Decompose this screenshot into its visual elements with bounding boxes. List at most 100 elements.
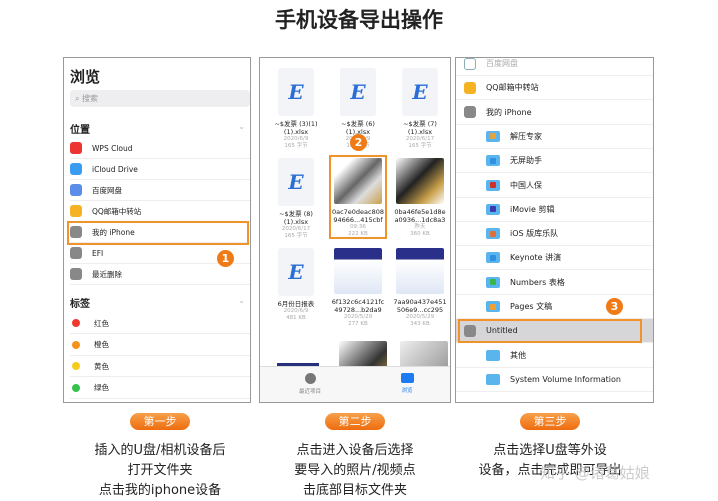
step-description: 点击进入设备后选择 要导入的照片/视频点 击底部目标文件夹	[260, 441, 450, 501]
baidu-icon	[70, 184, 82, 196]
step-line: 击底部目标文件夹	[302, 483, 407, 498]
page-title: 手机设备导出操作	[275, 8, 443, 32]
image-thumbnail	[334, 248, 382, 294]
file-item[interactable]: E ~$发票 (7)(1).xlsx 2020/6/17 165 字节	[392, 68, 448, 150]
location-item[interactable]: 解压专家	[456, 125, 653, 149]
file-item[interactable]: E 6月份日报表 2020/6/9 481 KB	[268, 248, 324, 322]
location-label: 最近删除	[92, 269, 122, 279]
location-item[interactable]: iMovie 剪辑	[456, 198, 653, 222]
file-grid-panel: E ~$发票 (3)(1)(1).xlsx 2020/6/9 165 字节 E ~$发票 …	[259, 57, 451, 403]
location-label: 百度网盘	[92, 185, 122, 195]
tag-label: 黄色	[94, 361, 109, 371]
tab-bar: 最近项目 浏览	[260, 366, 450, 402]
cloud-icon	[464, 58, 476, 70]
location-item[interactable]: 百度网盘	[70, 180, 250, 201]
search-placeholder: 搜索	[82, 94, 99, 103]
file-item[interactable]: 7aa90a437e451 506e9...cc295 2020/5/29 343 …	[392, 248, 448, 328]
watermark: 知乎 @诸葛姑娘	[540, 464, 650, 482]
location-item[interactable]: Numbers 表格	[456, 271, 653, 295]
file-date: 2020/6/9	[283, 136, 309, 142]
browse-panel: 浏览 ⌕ 搜索 位置 ⌄ WPS Cloud iCloud Drive 百度网盘 QQ…	[63, 57, 251, 403]
folder-icon	[486, 301, 500, 312]
location-item[interactable]: QQ邮箱中转站	[456, 76, 653, 101]
file-item[interactable]: 0ba46fe5e1d8e a0936...1dc8a3 昨天 360 KB	[392, 158, 448, 238]
item-label: iMovie 剪辑	[510, 204, 555, 214]
folder-icon	[486, 276, 500, 288]
step-line: 插入的U盘/相机设备后	[94, 443, 226, 458]
tab-recents[interactable]: 最近项目	[290, 373, 330, 395]
item-label: 其他	[510, 350, 526, 360]
excel-file-icon: E	[340, 68, 376, 116]
location-item[interactable]: 百度网盘	[456, 58, 653, 76]
location-item[interactable]: Keynote 讲演	[456, 246, 653, 271]
excel-file-icon: E	[278, 248, 314, 296]
step-pill-3: 第三步	[520, 413, 580, 430]
tab-label: 浏览	[401, 388, 413, 394]
locations-header[interactable]: 位置	[70, 121, 90, 136]
item-label: iOS 版库乐队	[510, 229, 559, 239]
file-name: ~$发票 (8)(1).xlsx	[279, 210, 313, 226]
file-size: 277 KB	[348, 321, 368, 327]
item-label: 中国人保	[510, 180, 542, 190]
location-item[interactable]: 中国人保	[456, 174, 653, 198]
location-item[interactable]: iCloud Drive	[70, 159, 250, 180]
file-name: 0ba46fe5e1d8e a0936...1dc8a3	[394, 208, 446, 224]
file-name: ~$发票 (3)(1)(1).xlsx	[274, 120, 318, 136]
file-item[interactable]: 6f132c6c4121fc 49728...b2da9 2020/5/29 277…	[330, 248, 386, 328]
location-item[interactable]: 最近删除	[70, 264, 250, 285]
step-badge-3: 3	[606, 298, 623, 315]
file-date: 2020/5/29	[405, 314, 435, 320]
clock-icon	[304, 373, 316, 384]
search-input[interactable]: ⌕ 搜索	[70, 90, 250, 107]
item-label: Pages 文稿	[510, 302, 553, 311]
file-size: 360 KB	[410, 231, 430, 237]
file-size: 165 字节	[284, 233, 308, 239]
location-item[interactable]: iOS 版库乐队	[456, 222, 653, 247]
location-label: QQ邮箱中转站	[92, 206, 142, 216]
file-name: 6月份日报表	[277, 300, 315, 308]
tab-label: 最近项目	[298, 389, 321, 395]
item-label: Keynote 讲演	[510, 253, 562, 263]
cloud-icon	[70, 163, 82, 175]
chevron-down-icon[interactable]: ⌄	[238, 296, 245, 305]
file-date: 2020/5/29	[343, 314, 373, 320]
file-name: 7aa90a437e451 506e9...cc295	[393, 298, 447, 314]
tag-item[interactable]: 橙色	[70, 335, 250, 356]
tag-item[interactable]: 绿色	[70, 378, 250, 399]
location-item[interactable]: 我的 iPhone	[456, 101, 653, 125]
location-item[interactable]: 其他	[456, 344, 653, 368]
location-item[interactable]: 无屏助手	[456, 149, 653, 174]
location-item[interactable]: WPS Cloud	[70, 138, 250, 159]
tag-item[interactable]: 黄色	[70, 356, 250, 377]
step-pill-1: 第一步	[130, 413, 190, 430]
chevron-down-icon[interactable]: ⌄	[238, 122, 245, 131]
file-size: 481 KB	[286, 315, 306, 321]
usb-icon	[70, 247, 82, 259]
file-date: 2020/6/9	[283, 308, 309, 314]
tag-label: 橙色	[94, 340, 109, 349]
step-line: 要导入的照片/视频点	[294, 463, 416, 478]
file-item[interactable]: E ~$发票 (3)(1)(1).xlsx 2020/6/9 165 字节	[268, 68, 324, 150]
tag-dot-icon	[72, 340, 80, 349]
file-item[interactable]: E ~$发票 (8)(1).xlsx 2020/6/17 165 字节	[268, 158, 324, 240]
file-date: 2020/6/17	[405, 136, 435, 142]
item-label: 无屏助手	[510, 156, 542, 166]
file-name: ~$发票 (7)(1).xlsx	[403, 120, 437, 136]
step-pill-2: 第二步	[325, 413, 385, 430]
step-line: 点击我的iphone设备	[98, 483, 222, 498]
folder-icon	[486, 130, 500, 142]
folder-icon	[486, 203, 500, 215]
item-label: 百度网盘	[486, 59, 518, 68]
step-line: 打开文件夹	[127, 463, 193, 478]
location-item[interactable]: Pages 文稿	[456, 295, 653, 319]
step-description: 插入的U盘/相机设备后 打开文件夹点击我的iphone设备	[65, 441, 255, 501]
image-thumbnail	[396, 158, 444, 204]
step-badge-1: 1	[217, 250, 234, 267]
tab-browse[interactable]: 浏览	[387, 373, 427, 394]
location-item[interactable]: QQ邮箱中转站	[70, 201, 250, 222]
location-item[interactable]: System Volume Information	[456, 368, 653, 392]
tags-header[interactable]: 标签	[70, 295, 90, 310]
location-label: EFI	[92, 248, 104, 258]
tag-item[interactable]: 红色	[70, 313, 250, 334]
tag-label: 红色	[94, 318, 109, 328]
